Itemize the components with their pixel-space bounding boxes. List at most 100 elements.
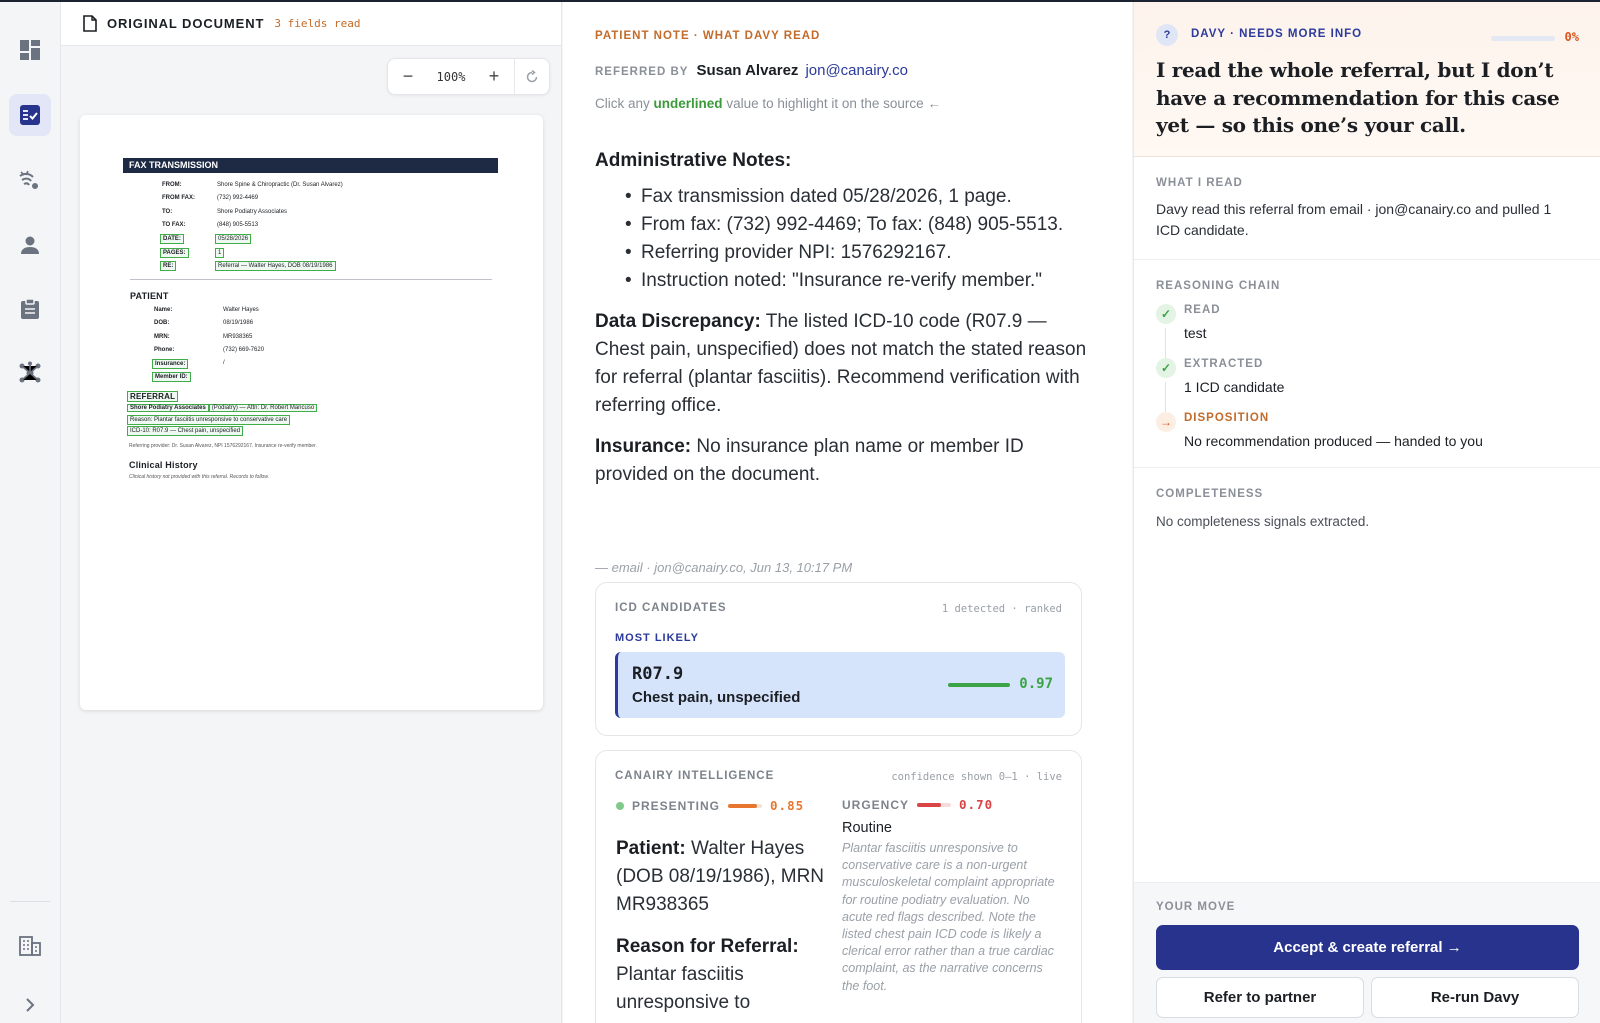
network-icon (19, 361, 41, 383)
rail-item-signals[interactable] (9, 160, 51, 202)
davy-status-header: ? DAVY · NEEDS MORE INFO 0% I read the w… (1134, 2, 1600, 157)
fax-field-value: Shore Podiatry Associates (217, 209, 288, 215)
rail-item-organizations[interactable] (9, 925, 51, 967)
urgency-bar-fill (917, 802, 941, 807)
patient-field-label: MRN: (154, 334, 170, 340)
referrer-email-link[interactable]: jon@canairy.co (805, 62, 908, 79)
zoom-out-button[interactable]: − (388, 59, 428, 94)
rail-item-tasks[interactable] (9, 288, 51, 330)
icd-confidence-fill (948, 683, 1011, 687)
referral-to-rest[interactable]: (Podiatry) — Attn: Dr. Robert Mancuso (208, 404, 318, 412)
rerun-davy-button[interactable]: Re-run Davy (1371, 977, 1579, 1018)
presenting-summary: Patient: Walter Hayes (DOB 08/19/1986), … (616, 835, 831, 1023)
presenting-label: PRESENTING (632, 798, 721, 813)
rail-item-referrals[interactable] (9, 94, 51, 136)
patient-field-value: 08/19/1986 (223, 320, 254, 326)
fax-field-value: (732) 992-4469 (217, 195, 259, 201)
fax-header: FAX TRANSMISSION (123, 158, 498, 173)
highlight-hint: Click any underlined value to highlight … (595, 96, 941, 111)
rail-item-patients[interactable] (9, 224, 51, 266)
document-icon (83, 15, 97, 32)
completeness-section: COMPLETENESS No completeness signals ext… (1134, 468, 1600, 882)
patient-field-label-highlighted[interactable]: Member ID: (152, 372, 191, 382)
zoom-reset-button[interactable] (515, 69, 549, 84)
rail-item-network[interactable] (9, 352, 51, 394)
document-divider (130, 279, 492, 280)
urgency-bar (917, 802, 952, 807)
referral-section-title[interactable]: REFERRAL (127, 391, 179, 402)
fax-field-label: TO: (162, 209, 173, 215)
clipboard-icon (21, 298, 39, 319)
check-icon: ✓ (1156, 304, 1176, 324)
document-page[interactable]: FAX TRANSMISSION FROM: Shore Spine & Chir… (80, 115, 543, 710)
referrer-name: Susan Alvarez (696, 62, 799, 79)
hint-underlined: underlined (653, 96, 723, 111)
urgency-rationale: Plantar fasciitis unresponsive to conser… (842, 841, 1055, 993)
note-source: — email · jon@canairy.co, Jun 13, 10:17 … (595, 560, 853, 575)
patient-note-body: Administrative Notes: Fax transmission d… (595, 147, 1095, 502)
data-discrepancy-paragraph: Data Discrepancy: The listed ICD-10 code… (595, 308, 1095, 420)
signal-icon (19, 170, 38, 189)
patient-field-label: Phone: (154, 347, 175, 353)
plus-icon: + (488, 66, 500, 86)
document-pane: ORIGINAL DOCUMENT 3 fields read − 100% +… (61, 2, 562, 1023)
building-icon (19, 936, 41, 956)
completeness-text: No completeness signals extracted. (1156, 514, 1370, 529)
icd-confidence-score: 0.97 (1019, 676, 1053, 692)
what-i-read-label: WHAT I READ (1156, 177, 1243, 189)
what-i-read-section: WHAT I READ Davy read this referral from… (1134, 157, 1600, 260)
referred-by-label: REFERRED BY (595, 66, 689, 78)
davy-panel: ? DAVY · NEEDS MORE INFO 0% I read the w… (1133, 2, 1600, 1023)
fax-field-label-highlighted[interactable]: RE: (160, 261, 177, 271)
patient-field-label: Name: (154, 307, 173, 313)
davy-message: I read the whole referral, but I don’t h… (1156, 58, 1560, 137)
fax-field-label-highlighted[interactable]: PAGES: (160, 248, 189, 258)
canairy-intelligence-card: CANAIRY INTELLIGENCE confidence shown 0–… (595, 750, 1082, 1023)
zoom-in-button[interactable]: + (474, 59, 514, 94)
patient-field-label: DOB: (154, 320, 170, 326)
fax-field-label: FROM FAX: (162, 195, 195, 201)
chain-step-label: EXTRACTED (1184, 358, 1264, 370)
canairy-intelligence-title: CANAIRY INTELLIGENCE (615, 770, 775, 782)
document-header: ORIGINAL DOCUMENT 3 fields read (61, 2, 561, 46)
davy-progress-bar (1491, 36, 1555, 41)
patient-field-value: MR938365 (223, 334, 253, 340)
patient-field-value: (732) 669-7620 (223, 347, 265, 353)
referral-icd[interactable]: ICD-10: R07.9 — Chest pain, unspecified (127, 426, 244, 436)
patient-section-title: PATIENT (130, 291, 169, 301)
rail-expand-button[interactable] (9, 990, 51, 1020)
fax-field-value-highlighted[interactable]: 1 (215, 248, 225, 258)
accept-create-referral-button[interactable]: Accept & create referral → (1156, 925, 1579, 970)
referral-reason[interactable]: Reason: Plantar fasciitis unresponsive t… (127, 415, 291, 425)
fax-field-label-highlighted[interactable]: DATE: (160, 234, 184, 244)
admin-notes-list: Fax transmission dated 05/28/2026, 1 pag… (595, 183, 1095, 295)
what-i-read-text: Davy read this referral from email · jon… (1156, 201, 1552, 238)
chain-connector (1165, 382, 1166, 414)
reset-icon (526, 69, 538, 82)
urgency-label: URGENCY (842, 797, 910, 812)
presenting-bar (728, 803, 763, 808)
person-icon (21, 236, 39, 254)
referrals-icon (20, 105, 40, 125)
urgency-row: URGENCY 0.70 (842, 797, 993, 812)
icd-code: R07.9 (632, 664, 684, 684)
your-move-section: YOUR MOVE Accept & create referral → Ref… (1134, 882, 1600, 1023)
fax-field-value-highlighted[interactable]: 05/28/2026 (215, 234, 252, 244)
fax-field-label: FROM: (162, 182, 182, 188)
list-item: Fax transmission dated 05/28/2026, 1 pag… (595, 183, 1095, 211)
chain-step-value: No recommendation produced — handed to y… (1184, 433, 1483, 449)
fax-field-value-highlighted[interactable]: Referral — Walter Hayes, DOB 08/19/1986 (215, 261, 336, 271)
insurance-label: Insurance: (595, 436, 692, 457)
zoom-toolbar: − 100% + (387, 58, 550, 95)
refer-to-partner-button[interactable]: Refer to partner (1156, 977, 1364, 1018)
referral-to-org[interactable]: Shore Podiatry Associates (127, 404, 209, 412)
rail-item-dashboard[interactable] (9, 29, 51, 71)
icd-confidence-bar (948, 683, 1012, 687)
patient-field-label-highlighted[interactable]: Insurance: (152, 359, 189, 369)
icd-candidate[interactable]: R07.9 Chest pain, unspecified 0.97 (615, 652, 1065, 718)
chain-connector (1165, 328, 1166, 360)
list-item: Instruction noted: "Insurance re-verify … (595, 267, 1095, 295)
zoom-level: 100% (436, 69, 466, 84)
reason-summary-label: Reason for Referral: (616, 936, 799, 957)
icd-candidates-card: ICD CANDIDATES 1 detected · ranked MOST … (595, 582, 1082, 736)
